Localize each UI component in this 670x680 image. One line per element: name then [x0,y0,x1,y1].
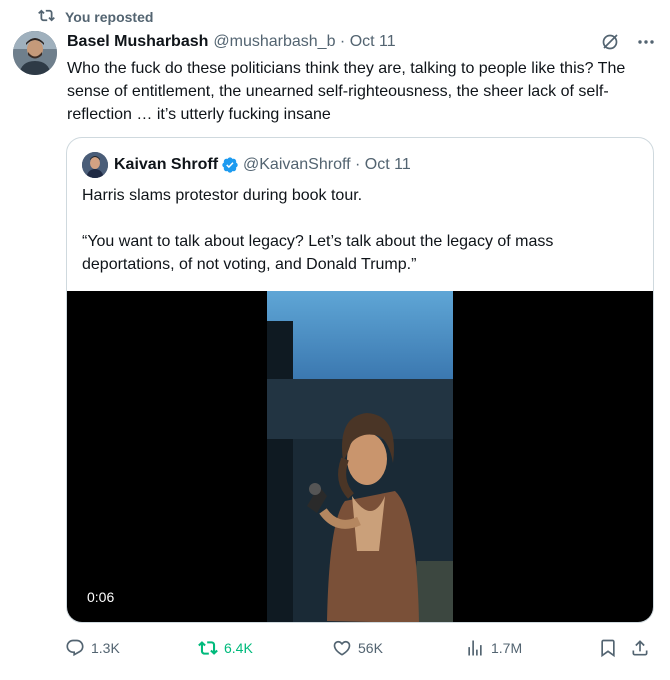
reply-count: 1.3K [91,640,120,656]
quoted-post-line-2: “You want to talk about legacy? Let’s ta… [82,233,554,273]
repost-icon [38,7,65,27]
views-count: 1.7M [491,640,523,656]
video-duration: 0:06 [81,587,121,607]
reply-button[interactable]: 1.3K [65,636,120,660]
video-frame [267,291,453,622]
quoted-post-line-1: Harris slams protestor during book tour. [82,187,363,204]
quoted-author-name: Kaivan Shroff [114,156,219,173]
like-count: 56K [358,640,383,656]
author-avatar[interactable] [13,31,57,75]
video-player[interactable]: 0:06 [67,291,653,622]
author-name[interactable]: Basel Musharbash [67,33,208,51]
repost-button[interactable]: 6.4K [198,636,253,660]
repost-active-icon [198,641,218,655]
action-bar: 1.3K 6.4K 56K 1.7M [60,636,660,660]
bookmark-button[interactable] [598,636,624,660]
repost-banner-label: You reposted [65,9,154,25]
post-header: Basel Musharbash @musharbash_b · Oct 11 [67,31,656,53]
quoted-post[interactable]: Kaivan Shroff @KaivanShroff · Oct 11 Har… [66,137,654,623]
reply-icon [66,639,84,657]
quoted-author-handle-date: @KaivanShroff · Oct 11 [243,156,411,173]
like-button[interactable]: 56K [332,636,383,660]
quoted-author-avatar [82,152,108,178]
author-handle-date[interactable]: @musharbash_b · Oct 11 [213,33,395,51]
views-icon [468,640,482,656]
quoted-post-header: Kaivan Shroff @KaivanShroff · Oct 11 [82,151,411,179]
bookmark-icon [601,639,615,658]
views-button[interactable]: 1.7M [465,636,522,660]
share-icon [632,640,648,656]
post-text: Who the fuck do these politicians think … [67,60,626,123]
repost-banner: You reposted [38,7,153,27]
verified-badge-icon [218,156,239,174]
share-button[interactable] [630,636,656,660]
repost-count: 6.4K [224,640,253,656]
more-icon[interactable] [636,32,656,52]
quoted-post-text: Harris slams protestor during book tour.… [82,184,642,299]
heart-icon [333,640,351,656]
grok-icon[interactable] [600,32,620,52]
